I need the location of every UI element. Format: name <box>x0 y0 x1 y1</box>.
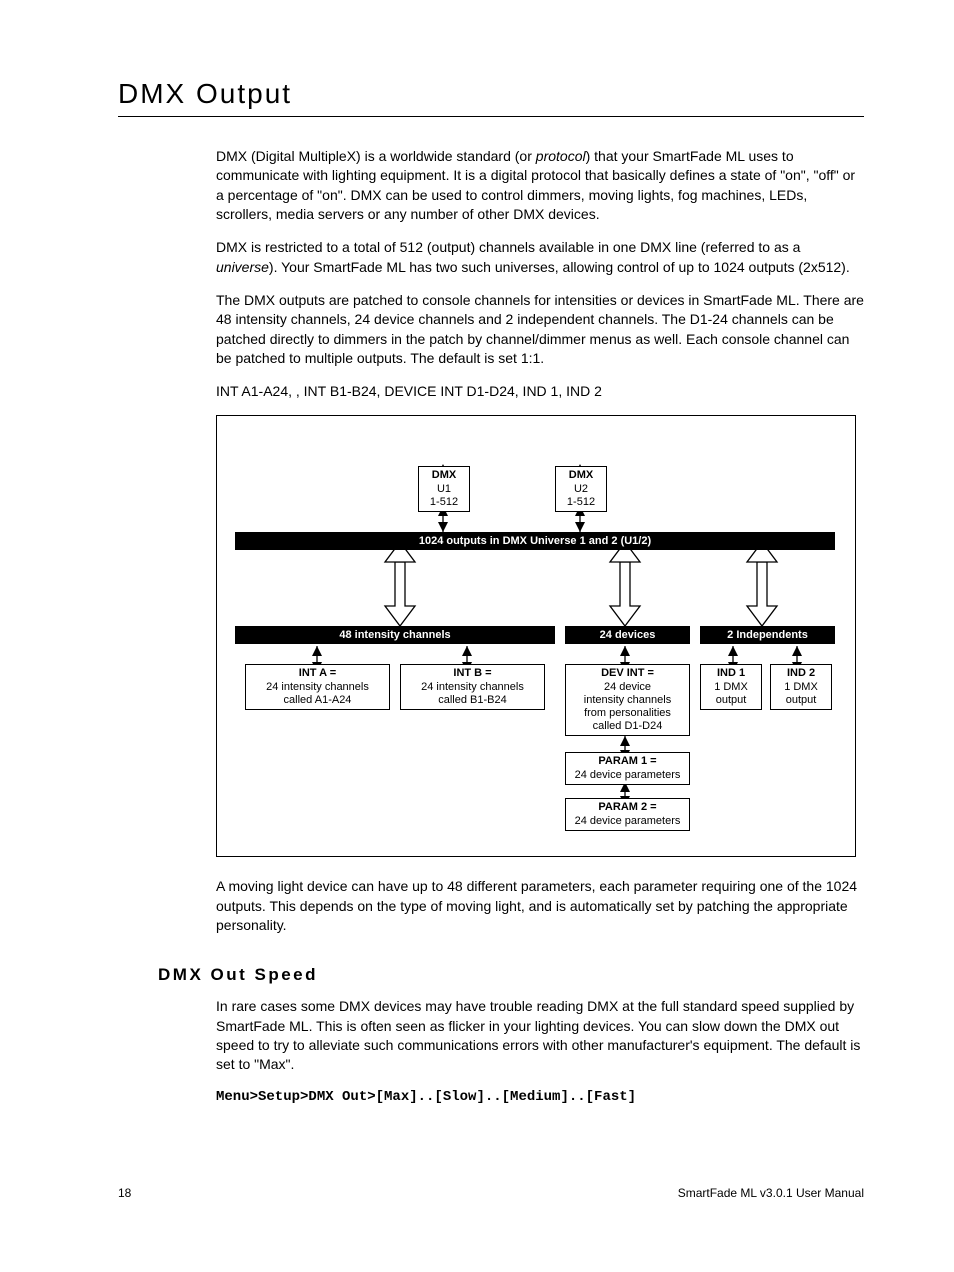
ind2-title: IND 2 <box>787 667 815 679</box>
int-b-l1: 24 intensity channels <box>421 681 524 693</box>
bar-24-devices: 24 devices <box>565 626 690 644</box>
dev-int-l2: intensity channels <box>584 694 671 706</box>
box-int-b: INT B = 24 intensity channels called B1-… <box>400 664 545 710</box>
paragraph-5: A moving light device can have up to 48 … <box>216 877 864 935</box>
dmx-u2-l2: U2 <box>574 483 588 495</box>
p2-b: ). Your SmartFade ML has two such univer… <box>269 259 850 275</box>
p1-a: DMX (Digital MultipleX) is a worldwide s… <box>216 148 536 164</box>
int-a-l1: 24 intensity channels <box>266 681 369 693</box>
bar-48-intensity: 48 intensity channels <box>235 626 555 644</box>
param2-l: 24 device parameters <box>575 815 681 827</box>
box-ind-2: IND 2 1 DMX output <box>770 664 832 710</box>
dmx-diagram: DMX U1 1-512 DMX U2 1-512 1024 outputs i… <box>216 415 856 857</box>
p2-italic: universe <box>216 259 269 275</box>
footer-manual-name: SmartFade ML v3.0.1 User Manual <box>678 1186 864 1200</box>
box-param-1: PARAM 1 = 24 device parameters <box>565 752 690 784</box>
dev-int-l1: 24 device <box>604 681 651 693</box>
bar-1024-outputs: 1024 outputs in DMX Universe 1 and 2 (U1… <box>235 532 835 550</box>
box-dmx-u2: DMX U2 1-512 <box>555 466 607 512</box>
menu-path: Menu>Setup>DMX Out>[Max]..[Slow]..[Mediu… <box>216 1089 864 1105</box>
ind2-l1: 1 DMX <box>784 681 818 693</box>
box-dmx-u1: DMX U1 1-512 <box>418 466 470 512</box>
box-int-a: INT A = 24 intensity channels called A1-… <box>245 664 390 710</box>
p1-italic: protocol <box>536 148 586 164</box>
dmx-u1-l2: U1 <box>437 483 451 495</box>
dmx-u1-l3: 1-512 <box>430 496 458 508</box>
page-title: DMX Output <box>118 78 864 110</box>
dev-int-l3: from personalities <box>584 707 671 719</box>
ind1-title: IND 1 <box>717 667 745 679</box>
int-a-l2: called A1-A24 <box>284 694 352 706</box>
page-number: 18 <box>118 1186 131 1200</box>
paragraph-3: The DMX outputs are patched to console c… <box>216 291 864 368</box>
paragraph-4: INT A1-A24, , INT B1-B24, DEVICE INT D1-… <box>216 382 864 401</box>
paragraph-1: DMX (Digital MultipleX) is a worldwide s… <box>216 147 864 224</box>
param2-title: PARAM 2 = <box>598 801 656 813</box>
p2-a: DMX is restricted to a total of 512 (out… <box>216 239 800 255</box>
box-dev-int: DEV INT = 24 device intensity channels f… <box>565 664 690 736</box>
paragraph-2: DMX is restricted to a total of 512 (out… <box>216 238 864 277</box>
ind2-l2: output <box>786 694 817 706</box>
dev-int-title: DEV INT = <box>601 667 654 679</box>
dmx-u1-l1: DMX <box>432 469 456 481</box>
dev-int-l4: called D1-D24 <box>593 720 663 732</box>
ind1-l1: 1 DMX <box>714 681 748 693</box>
param1-title: PARAM 1 = <box>598 755 656 767</box>
dmx-u2-l3: 1-512 <box>567 496 595 508</box>
dmx-u2-l1: DMX <box>569 469 593 481</box>
ind1-l2: output <box>716 694 747 706</box>
subheading-dmx-out-speed: DMX Out Speed <box>158 965 864 985</box>
int-b-l2: called B1-B24 <box>438 694 507 706</box>
param1-l: 24 device parameters <box>575 769 681 781</box>
title-rule <box>118 116 864 117</box>
int-a-title: INT A = <box>299 667 336 679</box>
paragraph-6: In rare cases some DMX devices may have … <box>216 997 864 1074</box>
int-b-title: INT B = <box>453 667 491 679</box>
box-ind-1: IND 1 1 DMX output <box>700 664 762 710</box>
bar-2-independents: 2 Independents <box>700 626 835 644</box>
box-param-2: PARAM 2 = 24 device parameters <box>565 798 690 830</box>
